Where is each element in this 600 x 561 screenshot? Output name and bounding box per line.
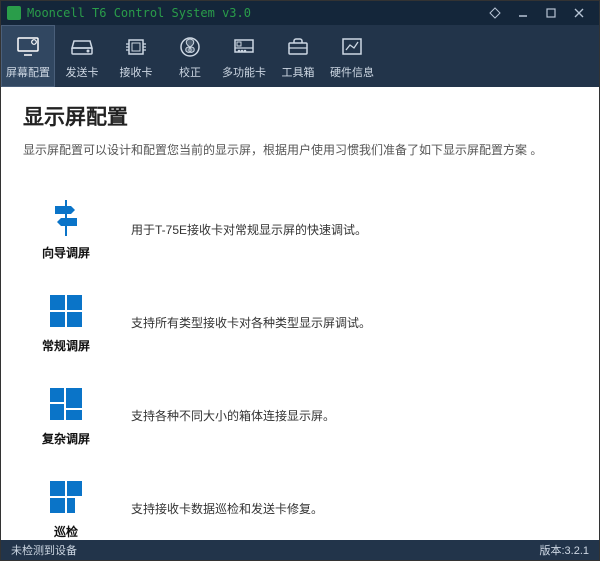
tab-hardware-info[interactable]: 硬件信息 bbox=[325, 25, 379, 87]
fan-circle-icon bbox=[176, 33, 204, 61]
app-title: Mooncell T6 Control System v3.0 bbox=[27, 6, 251, 20]
drive-icon bbox=[68, 33, 96, 61]
tab-sender-card[interactable]: 发送卡 bbox=[55, 25, 109, 87]
option-wizard-tune[interactable]: 向导调屏 用于T-75E接收卡对常规显示屏的快速调试。 bbox=[31, 198, 569, 261]
app-window: Mooncell T6 Control System v3.0 屏幕配置 发送卡 bbox=[0, 0, 600, 561]
grid-uniform-icon bbox=[46, 291, 86, 331]
tab-label: 接收卡 bbox=[120, 64, 153, 80]
title-bar: Mooncell T6 Control System v3.0 bbox=[1, 1, 599, 25]
tab-multifunction-card[interactable]: 多功能卡 bbox=[217, 25, 271, 87]
info-chart-icon bbox=[338, 33, 366, 61]
option-title: 常规调屏 bbox=[42, 337, 90, 354]
status-left: 未检测到设备 bbox=[11, 542, 77, 558]
option-title: 巡检 bbox=[54, 523, 78, 540]
tab-label: 多功能卡 bbox=[222, 64, 266, 80]
status-right: 版本:3.2.1 bbox=[539, 542, 589, 558]
option-inspection[interactable]: 巡检 支持接收卡数据巡检和发送卡修复。 bbox=[31, 477, 569, 540]
page-title: 显示屏配置 bbox=[23, 101, 577, 131]
monitor-gear-icon bbox=[14, 33, 42, 61]
option-complex-tune[interactable]: 复杂调屏 支持各种不同大小的箱体连接显示屏。 bbox=[31, 384, 569, 447]
tab-label: 工具箱 bbox=[282, 64, 315, 80]
tab-receiver-card[interactable]: 接收卡 bbox=[109, 25, 163, 87]
tab-screen-config[interactable]: 屏幕配置 bbox=[1, 25, 55, 87]
option-desc: 支持各种不同大小的箱体连接显示屏。 bbox=[131, 407, 335, 424]
signpost-icon bbox=[46, 198, 86, 238]
tab-calibration[interactable]: 校正 bbox=[163, 25, 217, 87]
grid-mixed-icon bbox=[46, 384, 86, 424]
close-button[interactable] bbox=[565, 7, 593, 19]
option-desc: 支持接收卡数据巡检和发送卡修复。 bbox=[131, 500, 323, 517]
option-desc: 支持所有类型接收卡对各种类型显示屏调试。 bbox=[131, 314, 371, 331]
option-list: 向导调屏 用于T-75E接收卡对常规显示屏的快速调试。 常规调屏 bbox=[1, 166, 599, 540]
main-toolbar: 屏幕配置 发送卡 接收卡 校正 多功能卡 bbox=[1, 25, 599, 87]
card-row-icon bbox=[230, 33, 258, 61]
tab-label: 屏幕配置 bbox=[6, 64, 50, 80]
minimize-button[interactable] bbox=[509, 7, 537, 19]
option-regular-tune[interactable]: 常规调屏 支持所有类型接收卡对各种类型显示屏调试。 bbox=[31, 291, 569, 354]
option-title: 向导调屏 bbox=[42, 244, 90, 261]
tab-label: 校正 bbox=[179, 64, 201, 80]
main-content: 显示屏配置 显示屏配置可以设计和配置您当前的显示屏，根据用户使用习惯我们准备了如… bbox=[1, 87, 599, 540]
option-desc: 用于T-75E接收卡对常规显示屏的快速调试。 bbox=[131, 221, 367, 238]
tab-toolbox[interactable]: 工具箱 bbox=[271, 25, 325, 87]
maximize-button[interactable] bbox=[537, 7, 565, 19]
chip-icon bbox=[122, 33, 150, 61]
tab-label: 发送卡 bbox=[66, 64, 99, 80]
toolbox-icon bbox=[284, 33, 312, 61]
page-subtitle: 显示屏配置可以设计和配置您当前的显示屏，根据用户使用习惯我们准备了如下显示屏配置… bbox=[23, 141, 577, 158]
diamond-icon[interactable] bbox=[481, 7, 509, 19]
status-bar: 未检测到设备 版本:3.2.1 bbox=[1, 540, 599, 560]
grid-scan-icon bbox=[46, 477, 86, 517]
app-logo-icon bbox=[7, 6, 21, 20]
tab-label: 硬件信息 bbox=[330, 64, 374, 80]
option-title: 复杂调屏 bbox=[42, 430, 90, 447]
